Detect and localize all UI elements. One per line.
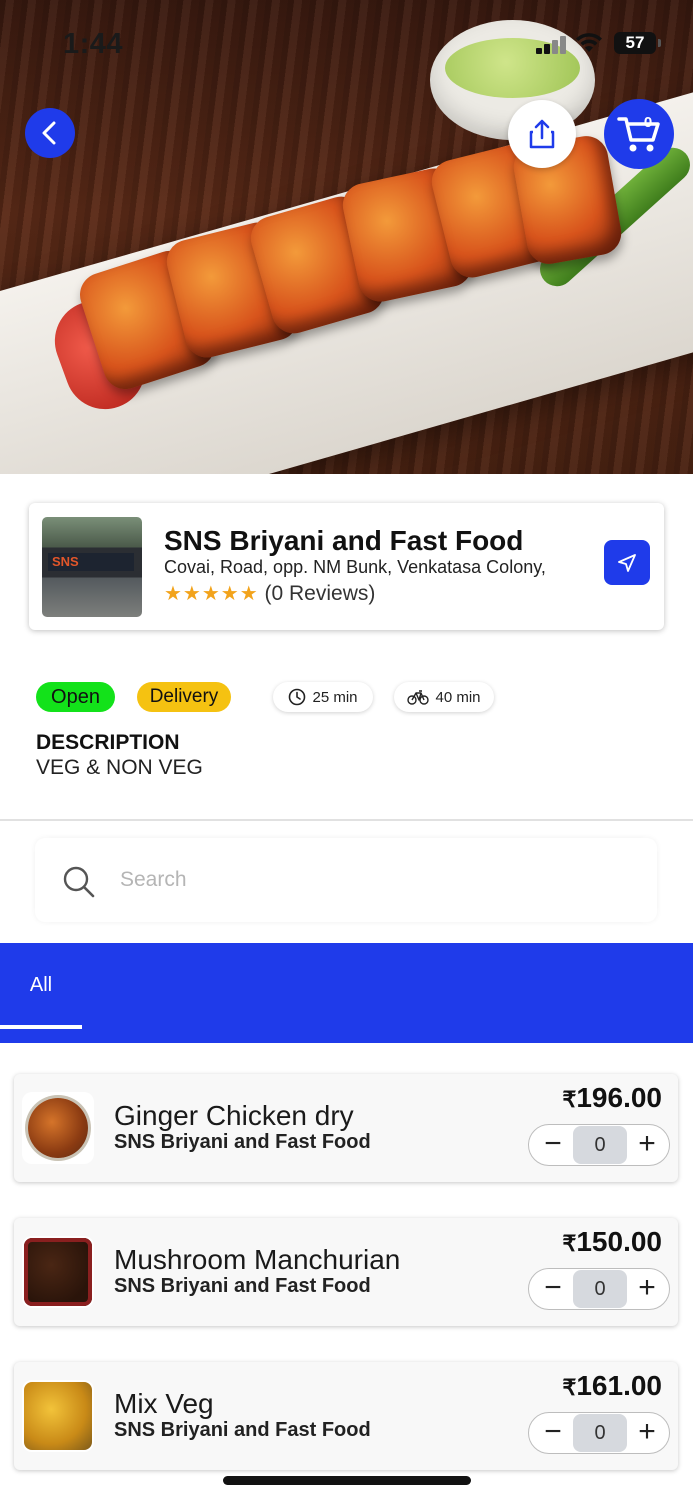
back-button[interactable] xyxy=(25,108,75,158)
search-bar[interactable] xyxy=(35,838,657,922)
description-heading: DESCRIPTION xyxy=(36,731,180,754)
quantity-value: 0 xyxy=(573,1270,627,1308)
increase-quantity-button[interactable]: + xyxy=(627,1269,667,1309)
price-value: 150.00 xyxy=(576,1226,662,1257)
delivery-badge: Delivery xyxy=(137,682,231,712)
restaurant-address: Covai, Road, opp. NM Bunk, Venkatasa Col… xyxy=(164,557,546,577)
search-input[interactable] xyxy=(120,860,620,900)
item-image xyxy=(22,1380,94,1452)
open-status-badge: Open xyxy=(36,682,115,712)
share-icon xyxy=(529,119,555,149)
menu-item-card[interactable]: Ginger Chicken dry SNS Briyani and Fast … xyxy=(14,1074,678,1182)
search-icon xyxy=(63,866,95,898)
quantity-stepper: − 0 + xyxy=(528,1268,670,1310)
active-tab-indicator xyxy=(0,1025,82,1029)
cart-button[interactable] xyxy=(604,99,674,169)
wifi-icon xyxy=(574,30,604,61)
quantity-value: 0 xyxy=(573,1414,627,1452)
currency-symbol: ₹ xyxy=(562,1231,577,1256)
menu-item-card[interactable]: Mix Veg SNS Briyani and Fast Food ₹161.0… xyxy=(14,1362,678,1470)
menu-item-card[interactable]: Mushroom Manchurian SNS Briyani and Fast… xyxy=(14,1218,678,1326)
battery-indicator: 57 xyxy=(614,32,661,54)
signal-icon xyxy=(536,36,566,54)
restaurant-page: 1:44 57 0 SNS SNS Briyani and Fast Food … xyxy=(0,0,693,1500)
status-time: 1:44 xyxy=(63,28,124,60)
delivery-time-value: 40 min xyxy=(435,688,481,706)
share-button[interactable] xyxy=(508,100,576,168)
price-value: 161.00 xyxy=(576,1370,662,1401)
price-value: 196.00 xyxy=(576,1082,662,1113)
clock-icon xyxy=(289,688,306,706)
quantity-stepper: − 0 + xyxy=(528,1124,670,1166)
review-count: (0 Reviews) xyxy=(264,582,376,605)
restaurant-rating: ★★★★★ (0 Reviews) xyxy=(164,581,375,606)
decrease-quantity-button[interactable]: − xyxy=(533,1269,573,1309)
cart-count-badge: 0 xyxy=(643,114,653,131)
tab-all[interactable]: All xyxy=(0,943,82,1029)
quantity-stepper: − 0 + xyxy=(528,1412,670,1454)
item-price: ₹150.00 xyxy=(562,1226,662,1258)
status-bar: 1:44 57 xyxy=(0,0,693,88)
navigation-arrow-icon xyxy=(618,553,636,572)
currency-symbol: ₹ xyxy=(562,1375,577,1400)
restaurant-thumbnail: SNS xyxy=(42,517,142,617)
item-price: ₹196.00 xyxy=(562,1082,662,1114)
item-name: Ginger Chicken dry xyxy=(114,1100,354,1131)
restaurant-card: SNS SNS Briyani and Fast Food Covai, Roa… xyxy=(29,503,664,630)
star-rating-icon: ★★★★★ xyxy=(164,583,259,605)
chevron-left-icon xyxy=(42,121,56,145)
increase-quantity-button[interactable]: + xyxy=(627,1125,667,1165)
prep-time-value: 25 min xyxy=(312,688,358,706)
delivery-time-pill: 40 min xyxy=(394,682,494,712)
item-restaurant: SNS Briyani and Fast Food xyxy=(114,1275,371,1297)
restaurant-sign: SNS xyxy=(48,553,134,571)
item-name: Mix Veg xyxy=(114,1388,214,1419)
category-tab-bar: All xyxy=(0,943,693,1043)
decrease-quantity-button[interactable]: − xyxy=(533,1413,573,1453)
restaurant-name: SNS Briyani and Fast Food xyxy=(164,525,524,556)
home-indicator xyxy=(223,1476,471,1485)
item-restaurant: SNS Briyani and Fast Food xyxy=(114,1131,371,1153)
item-image xyxy=(22,1092,94,1164)
quantity-value: 0 xyxy=(573,1126,627,1164)
description-text: VEG & NON VEG xyxy=(36,756,203,779)
bicycle-icon xyxy=(407,690,430,705)
currency-symbol: ₹ xyxy=(562,1087,577,1112)
increase-quantity-button[interactable]: + xyxy=(627,1413,667,1453)
item-price: ₹161.00 xyxy=(562,1370,662,1402)
item-restaurant: SNS Briyani and Fast Food xyxy=(114,1419,371,1441)
directions-button[interactable] xyxy=(604,540,650,585)
item-image xyxy=(22,1236,94,1308)
prep-time-pill: 25 min xyxy=(273,682,373,712)
decrease-quantity-button[interactable]: − xyxy=(533,1125,573,1165)
item-name: Mushroom Manchurian xyxy=(114,1244,401,1275)
section-divider xyxy=(0,819,693,821)
